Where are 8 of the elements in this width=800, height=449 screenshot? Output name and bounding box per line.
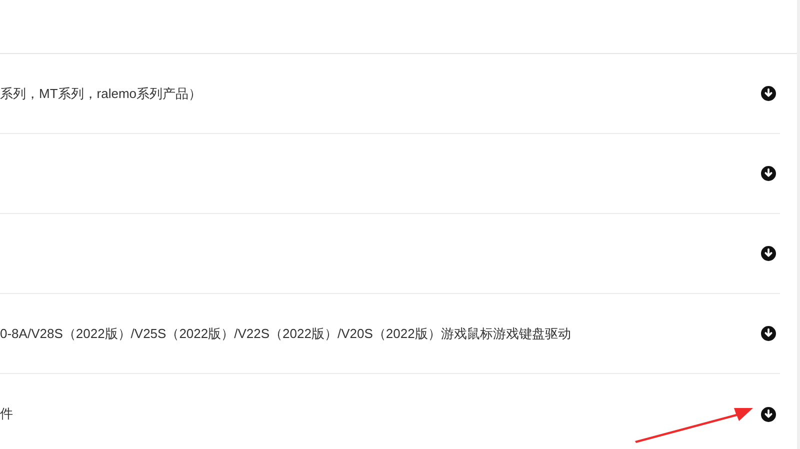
download-icon[interactable]: [761, 406, 776, 422]
download-icon[interactable]: [761, 86, 776, 101]
download-title[interactable]: 0-8A/V28S（2022版）/V25S（2022版）/V22S（2022版）/V20S（2022版）游戏鼠标游戏键盘驱动: [0, 324, 571, 344]
download-icon[interactable]: [761, 326, 776, 341]
download-title[interactable]: 系列，MT系列，ralemo系列产品）: [0, 84, 202, 104]
download-icon[interactable]: [761, 166, 776, 181]
download-title[interactable]: 件: [0, 404, 13, 424]
download-icon[interactable]: [761, 246, 776, 261]
